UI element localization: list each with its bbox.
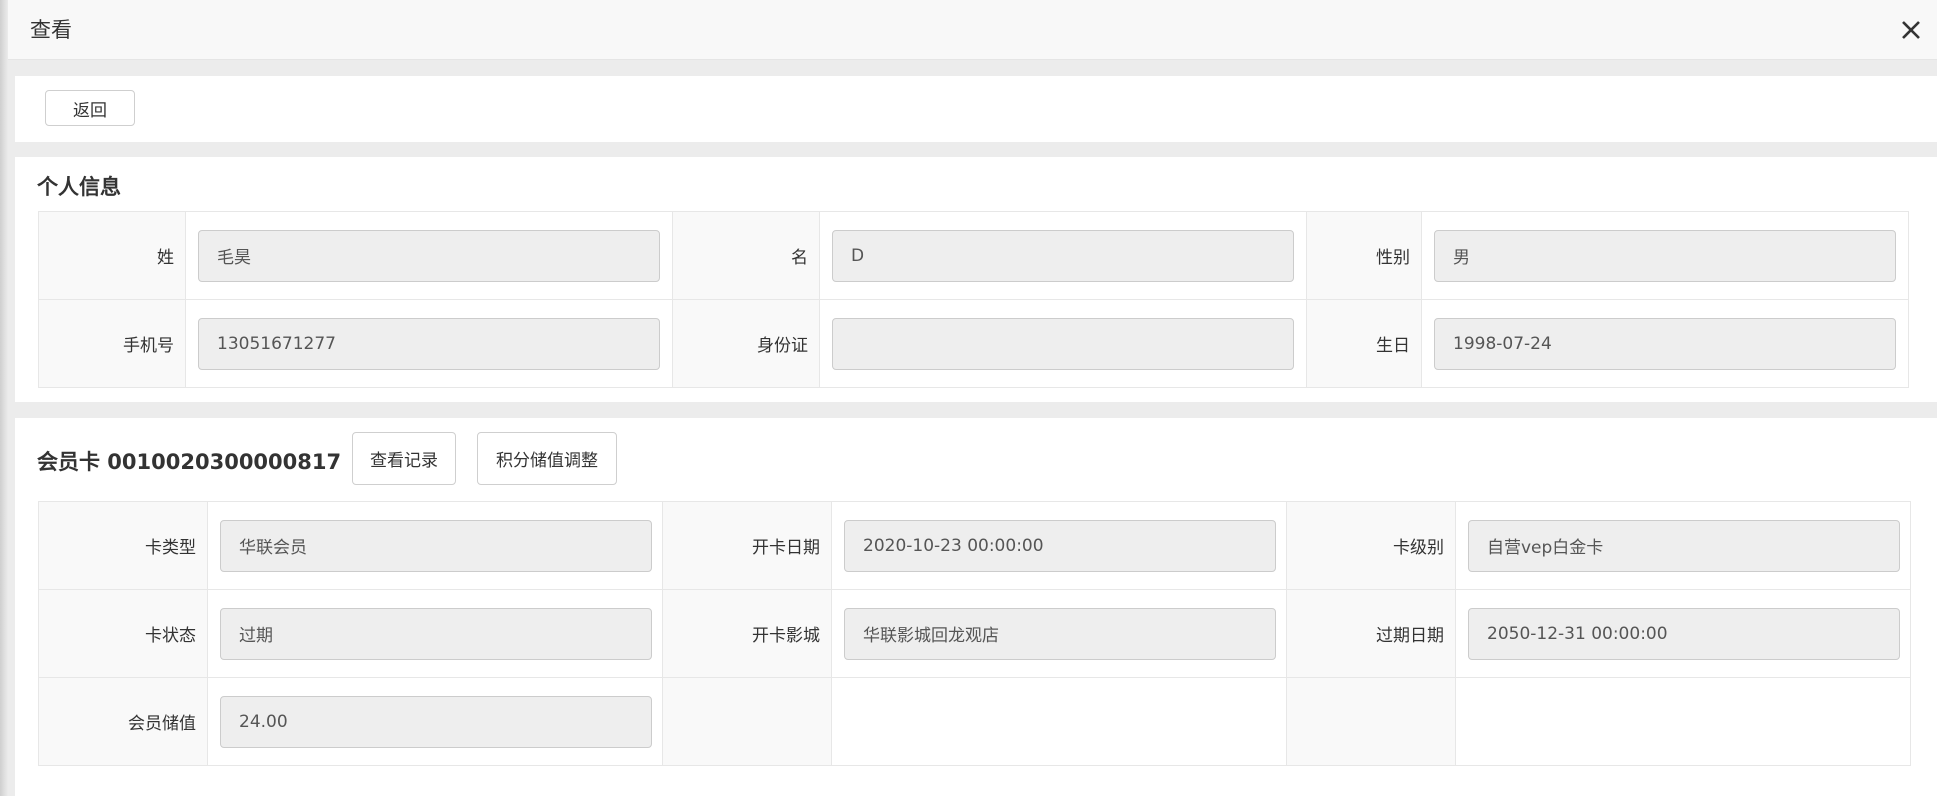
id-card-label: 身份证	[672, 299, 820, 388]
empty-label-cell	[1286, 677, 1456, 766]
close-icon	[1902, 21, 1920, 39]
card-row-1: 卡类型 华联会员 开卡日期 2020-10-23 00:00:00 卡级别 自营…	[38, 501, 1911, 590]
toolbar-panel: 返回	[15, 76, 1937, 142]
given-name-field: D	[832, 229, 1294, 282]
close-button[interactable]	[1897, 16, 1925, 44]
view-records-button[interactable]: 查看记录	[352, 432, 456, 485]
personal-info-panel: 个人信息 姓 毛昊 名 D 性别 男 手机号 13051671277 身份证 生…	[15, 157, 1937, 402]
gender-field: 男	[1434, 229, 1896, 282]
card-type-field: 华联会员	[220, 519, 652, 572]
stored-value-field: 24.00	[220, 695, 652, 748]
empty-label-cell	[662, 677, 832, 766]
gender-label: 性别	[1306, 211, 1422, 300]
card-level-label: 卡级别	[1286, 501, 1456, 590]
card-level-field: 自营vep白金卡	[1468, 519, 1900, 572]
open-cinema-label: 开卡影城	[662, 589, 832, 678]
card-type-label: 卡类型	[38, 501, 208, 590]
given-name-label: 名	[672, 211, 820, 300]
open-date-field: 2020-10-23 00:00:00	[844, 519, 1276, 572]
window-left-edge	[0, 0, 8, 796]
back-button[interactable]: 返回	[45, 90, 135, 126]
surname-field: 毛昊	[198, 229, 660, 282]
surname-label: 姓	[38, 211, 186, 300]
open-cinema-field: 华联影城回龙观店	[844, 607, 1276, 660]
card-row-2: 卡状态 过期 开卡影城 华联影城回龙观店 过期日期 2050-12-31 00:…	[38, 589, 1911, 678]
birthday-label: 生日	[1306, 299, 1422, 388]
card-row-3: 会员储值 24.00	[38, 677, 1911, 766]
personal-row-1: 姓 毛昊 名 D 性别 男	[38, 211, 1909, 300]
empty-value-cell	[831, 677, 1287, 766]
member-card-panel: 会员卡 0010020300000817 查看记录 积分储值调整 卡类型 华联会…	[15, 418, 1937, 796]
birthday-field: 1998-07-24	[1434, 317, 1896, 370]
points-adjust-button[interactable]: 积分储值调整	[477, 432, 617, 485]
stored-value-label: 会员储值	[38, 677, 208, 766]
card-status-field: 过期	[220, 607, 652, 660]
expire-date-field: 2050-12-31 00:00:00	[1468, 607, 1900, 660]
card-status-label: 卡状态	[38, 589, 208, 678]
phone-field: 13051671277	[198, 317, 660, 370]
member-card-title: 会员卡 0010020300000817	[37, 450, 342, 474]
expire-date-label: 过期日期	[1286, 589, 1456, 678]
personal-info-title: 个人信息	[37, 175, 121, 199]
dialog-title: 查看	[30, 18, 72, 42]
id-card-field	[832, 317, 1294, 370]
dialog-header: 查看	[8, 0, 1937, 60]
empty-value-cell	[1455, 677, 1911, 766]
personal-row-2: 手机号 13051671277 身份证 生日 1998-07-24	[38, 299, 1909, 388]
phone-label: 手机号	[38, 299, 186, 388]
member-card-table: 卡类型 华联会员 开卡日期 2020-10-23 00:00:00 卡级别 自营…	[38, 501, 1911, 766]
personal-info-table: 姓 毛昊 名 D 性别 男 手机号 13051671277 身份证 生日 199…	[38, 211, 1909, 388]
open-date-label: 开卡日期	[662, 501, 832, 590]
